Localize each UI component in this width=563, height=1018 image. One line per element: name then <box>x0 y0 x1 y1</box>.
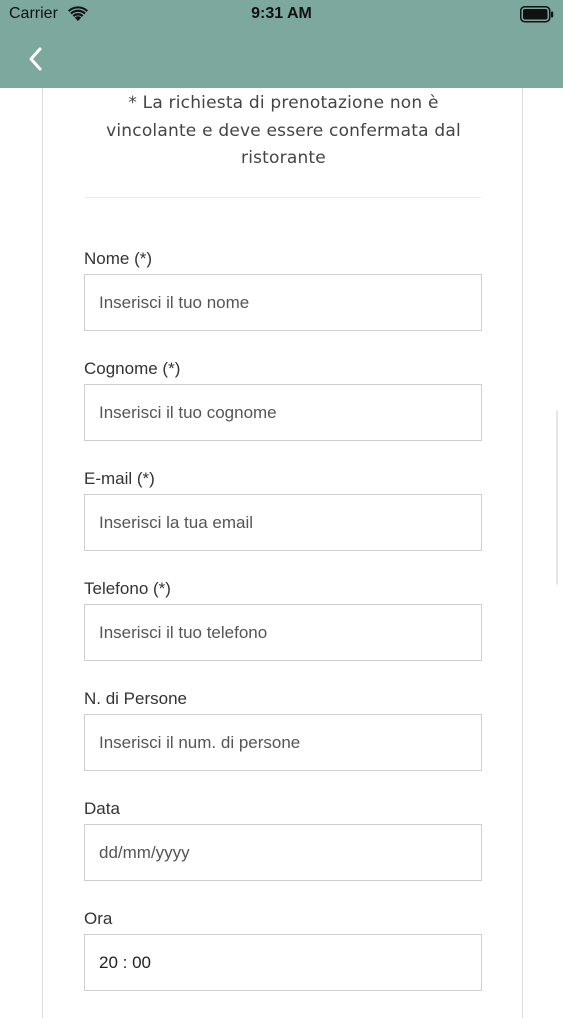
clock: 9:31 AM <box>251 5 312 22</box>
date-input[interactable]: dd/mm/yyyy <box>84 824 482 881</box>
date-placeholder: dd/mm/yyyy <box>99 842 190 862</box>
battery-icon <box>520 6 554 23</box>
time-input[interactable]: 20 : 00 <box>84 934 482 991</box>
reservation-notice: * La richiesta di prenotazione non è vin… <box>106 93 461 168</box>
email-placeholder: Inserisci la tua email <box>99 512 254 532</box>
persone-input[interactable]: Inserisci il num. di persone <box>84 714 482 771</box>
back-button[interactable] <box>20 42 50 76</box>
reservation-form: * La richiesta di prenotazione non è vin… <box>42 88 523 1018</box>
email-input[interactable]: Inserisci la tua email <box>84 494 482 551</box>
cognome-input[interactable]: Inserisci il tuo cognome <box>84 384 482 441</box>
chevron-left-icon <box>29 47 42 71</box>
data-label: Data <box>84 799 120 818</box>
nome-label: Nome (*) <box>84 249 153 268</box>
time-value: 20 : 00 <box>99 952 151 972</box>
navigation-header: Carrier 9:31 AM <box>0 0 563 88</box>
nome-placeholder: Inserisci il tuo nome <box>99 292 250 312</box>
divider <box>84 197 481 198</box>
email-label: E-mail (*) <box>84 469 155 488</box>
status-bar: Carrier 9:31 AM <box>0 0 563 30</box>
telefono-placeholder: Inserisci il tuo telefono <box>99 622 268 642</box>
telefono-label: Telefono (*) <box>84 579 171 598</box>
cognome-placeholder: Inserisci il tuo cognome <box>99 402 277 422</box>
persone-placeholder: Inserisci il num. di persone <box>99 732 301 752</box>
telefono-input[interactable]: Inserisci il tuo telefono <box>84 604 482 661</box>
ora-label: Ora <box>84 909 113 928</box>
cognome-label: Cognome (*) <box>84 359 181 378</box>
persone-label: N. di Persone <box>84 689 187 708</box>
scroll-indicator[interactable] <box>556 410 558 585</box>
nome-input[interactable]: Inserisci il tuo nome <box>84 274 482 331</box>
